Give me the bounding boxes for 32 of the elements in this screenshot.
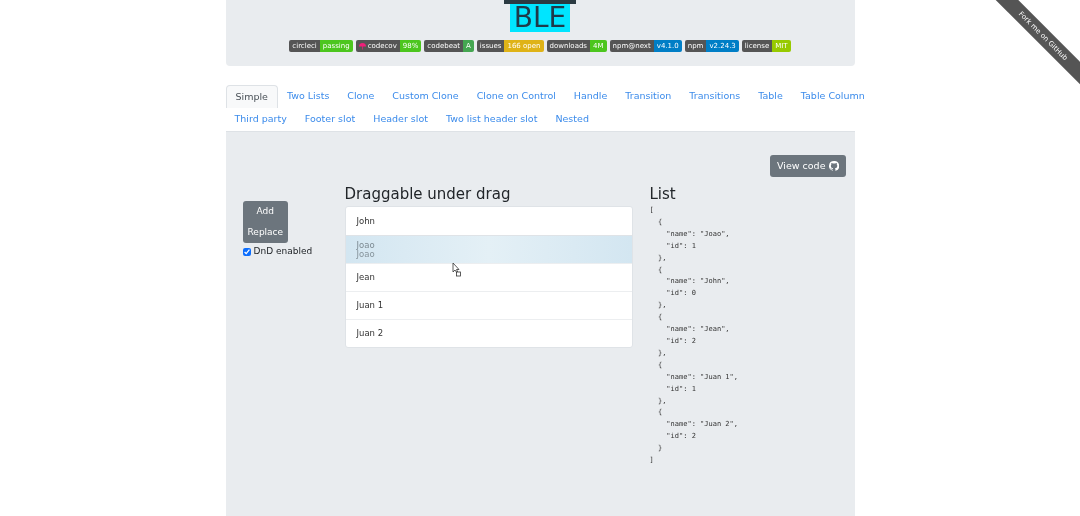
tab[interactable]: Table bbox=[749, 85, 792, 108]
tab[interactable]: Custom Clone bbox=[383, 85, 468, 108]
tab[interactable]: Transitions bbox=[680, 85, 750, 108]
view-code-button[interactable]: View code bbox=[770, 155, 846, 177]
tab[interactable]: Nested bbox=[546, 108, 598, 131]
action-button[interactable]: Replace bbox=[242, 222, 289, 243]
tab[interactable]: Transition bbox=[616, 85, 681, 108]
dnd-checkbox[interactable] bbox=[242, 247, 251, 256]
section-title: List bbox=[649, 184, 677, 204]
item-label: Joao bbox=[356, 240, 376, 250]
cursor-icon bbox=[451, 262, 462, 277]
tab[interactable]: Handle bbox=[564, 85, 617, 108]
ghost-label: Joao bbox=[356, 249, 376, 259]
section-title: Draggable under drag bbox=[344, 184, 512, 204]
list-item[interactable]: John bbox=[345, 207, 632, 235]
tab[interactable]: Header slot bbox=[364, 108, 437, 131]
tab[interactable]: Table Column bbox=[791, 85, 874, 108]
tab[interactable]: Two Lists bbox=[277, 85, 339, 108]
action-button[interactable]: Add bbox=[242, 201, 289, 222]
dragged-list-item[interactable]: Joao Joao bbox=[345, 235, 632, 263]
logo: BLE bbox=[504, 0, 576, 32]
github-icon bbox=[828, 161, 839, 171]
umbrella-icon bbox=[358, 42, 366, 50]
checkbox-label: DnD enabled bbox=[253, 245, 313, 258]
tab[interactable]: Clone bbox=[338, 85, 384, 108]
tab[interactable]: Footer slot bbox=[295, 108, 365, 131]
list-item[interactable]: Juan 2 bbox=[345, 319, 632, 347]
tab[interactable]: Clone on Control bbox=[467, 85, 565, 108]
tab[interactable]: Simple bbox=[225, 85, 278, 108]
list-item[interactable]: Juan 1 bbox=[345, 291, 632, 319]
tab[interactable]: Third party bbox=[225, 108, 296, 131]
tab[interactable]: Two list header slot bbox=[437, 108, 547, 131]
